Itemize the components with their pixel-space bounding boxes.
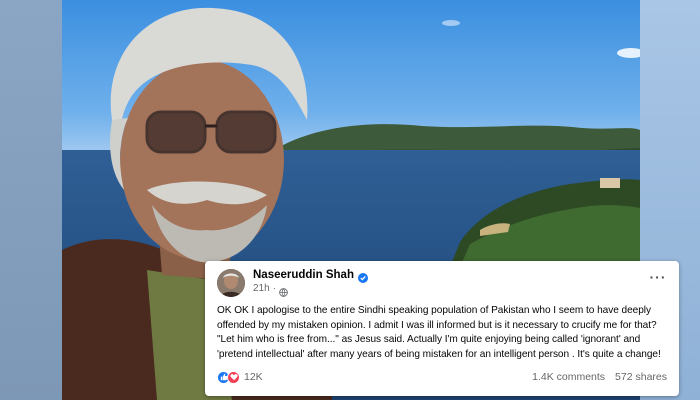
- forested-island: [450, 178, 640, 267]
- post-text: OK OK I apologise to the entire Sindhi s…: [217, 305, 661, 360]
- facebook-post-card: Naseeruddin Shah 21h · ··· OK OK I apolo…: [205, 261, 679, 396]
- reaction-count: 12K: [244, 371, 263, 384]
- avatar[interactable]: [217, 269, 245, 297]
- author-name[interactable]: Naseeruddin Shah: [253, 269, 354, 281]
- more-options-button[interactable]: ···: [647, 269, 669, 285]
- verified-badge-icon: [357, 270, 368, 283]
- reactions-summary[interactable]: 12K: [217, 370, 263, 384]
- author-row: Naseeruddin Shah: [253, 269, 368, 283]
- separator-dot: ·: [272, 283, 277, 294]
- love-icon: [227, 370, 240, 384]
- timestamp-row: 21h ·: [253, 283, 368, 297]
- post-footer: 12K 1.4K comments 572 shares: [217, 369, 669, 385]
- post-header: Naseeruddin Shah 21h · ···: [217, 269, 669, 303]
- post-meta: Naseeruddin Shah 21h ·: [253, 269, 368, 297]
- engagement-counts: 1.4K comments 572 shares: [532, 371, 667, 383]
- comments-count-link[interactable]: 1.4K comments: [532, 371, 605, 383]
- blurred-left-edge: [0, 0, 62, 400]
- shares-count-link[interactable]: 572 shares: [615, 371, 667, 383]
- post-timestamp[interactable]: 21h: [253, 283, 270, 294]
- globe-icon[interactable]: [279, 284, 288, 297]
